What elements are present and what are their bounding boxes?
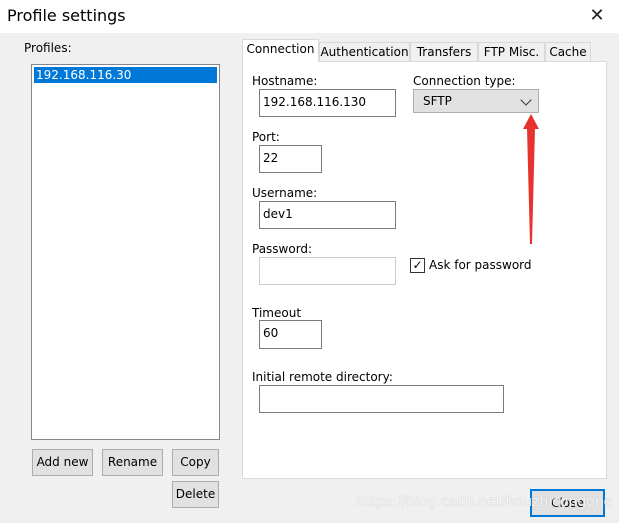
tab-transfers[interactable]: Transfers (410, 42, 478, 62)
timeout-label: Timeout (252, 306, 302, 320)
initial-dir-label: Initial remote directory: (252, 370, 393, 384)
list-item[interactable]: 192.168.116.30 (34, 67, 217, 83)
rename-button[interactable]: Rename (102, 449, 163, 476)
timeout-input[interactable]: 60 (259, 320, 322, 349)
initial-dir-input[interactable] (259, 385, 504, 413)
delete-button[interactable]: Delete (172, 481, 219, 508)
connection-type-value: SFTP (423, 94, 452, 108)
close-icon[interactable]: ✕ (580, 2, 614, 30)
chevron-down-icon (520, 94, 532, 106)
hostname-label: Hostname: (252, 74, 318, 88)
ask-password-label[interactable]: Ask for password (429, 258, 532, 272)
port-input[interactable]: 22 (259, 145, 322, 173)
username-input[interactable]: dev1 (259, 201, 396, 229)
username-label: Username: (252, 186, 318, 200)
checkmark-icon: ✓ (412, 258, 423, 272)
window-title: Profile settings (7, 6, 126, 25)
copy-button[interactable]: Copy (172, 449, 219, 476)
tab-connection[interactable]: Connection (242, 39, 319, 62)
connection-type-label: Connection type: (413, 74, 516, 88)
hostname-input[interactable]: 192.168.116.130 (259, 89, 396, 117)
profiles-list[interactable]: 192.168.116.30 (31, 64, 220, 440)
tab-authentication[interactable]: Authentication (319, 42, 410, 62)
tab-cache[interactable]: Cache (545, 42, 591, 62)
watermark: https://blog.csdn.net/houzhicongone (356, 494, 613, 510)
red-arrow-annotation (523, 114, 539, 244)
add-new-button[interactable]: Add new (32, 449, 93, 476)
password-label: Password: (252, 242, 313, 256)
password-input[interactable] (259, 257, 396, 285)
port-label: Port: (252, 130, 280, 144)
profiles-label: Profiles: (24, 41, 72, 55)
ask-password-checkbox[interactable]: ✓ (410, 258, 425, 273)
tab-ftp-misc[interactable]: FTP Misc. (478, 42, 545, 62)
